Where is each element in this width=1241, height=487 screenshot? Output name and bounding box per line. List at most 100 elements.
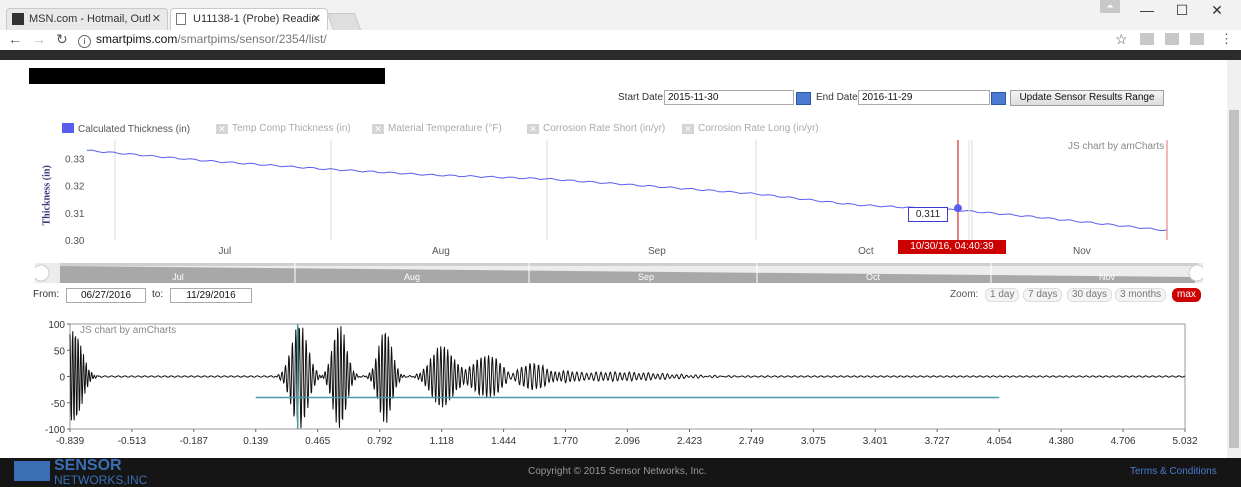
x-tick-label: 3.401	[863, 436, 888, 447]
x-tick-label: 0.465	[305, 436, 330, 447]
chart-scroller[interactable]: Jul Aug Sep Oct Nov	[35, 263, 1203, 283]
close-icon[interactable]: ✕	[312, 12, 321, 25]
footer: SENSOR NETWORKS,INC Copyright © 2015 Sen…	[0, 457, 1241, 487]
start-date-input[interactable]: 2015-11-30	[664, 90, 794, 105]
y-tick-label: 50	[54, 346, 66, 357]
x-tick-label: 1.770	[553, 436, 578, 447]
url-input[interactable]: i smartpims.com/smartpims/sensor/2354/lis…	[78, 31, 1138, 48]
scroller-label: Jul	[172, 272, 184, 282]
x-tick-label: 5.032	[1172, 436, 1197, 447]
zoom-7-days-button[interactable]: 7 days	[1023, 288, 1063, 302]
chart-credit: JS chart by amCharts	[1068, 141, 1165, 152]
info-icon[interactable]: i	[78, 35, 91, 48]
url-host: smartpims.com	[96, 32, 178, 46]
extension-icon[interactable]	[1140, 33, 1154, 45]
x-tick-label: 4.054	[987, 436, 1012, 447]
y-tick-label: 100	[48, 320, 65, 331]
x-tick-label: 0.792	[367, 436, 392, 447]
legend-material-temp[interactable]: ✕ Material Temperature (°F)	[372, 123, 502, 134]
sensor-networks-logo-icon	[14, 461, 50, 481]
cursor-time-label: 10/30/16, 04:40:39	[898, 240, 1006, 254]
legend-label: Corrosion Rate Short (in/yr)	[543, 123, 666, 134]
cursor-point	[953, 204, 962, 213]
x-tick-label: 1.118	[430, 436, 455, 447]
zoom-1-day-button[interactable]: 1 day	[985, 288, 1020, 302]
start-date-label: Start Date:	[618, 92, 666, 103]
close-icon[interactable]: ✕	[152, 12, 161, 25]
x-tick-label: Nov	[1073, 246, 1091, 257]
x-tick-label: -0.513	[118, 436, 147, 447]
new-tab-button[interactable]	[326, 13, 362, 30]
reload-icon[interactable]: ↻	[56, 31, 68, 48]
x-tick-label: 4.380	[1049, 436, 1074, 447]
scrollbar-thumb[interactable]	[1229, 110, 1239, 448]
waveform-chart[interactable]: 100 50 0 -50 -100-0.839 -0.513 -0.187 0.139 0.46…	[0, 315, 1225, 457]
x-tick-label: -0.187	[180, 436, 209, 447]
end-date-input[interactable]: 2016-11-29	[858, 90, 990, 105]
legend-disabled-x-icon: ✕	[682, 124, 694, 134]
x-tick-label: 3.075	[801, 436, 826, 447]
scroller-right-grip-icon	[1188, 264, 1203, 282]
tab-label: MSN.com - Hotmail, Outl	[29, 13, 151, 25]
x-tick-label: 4.706	[1111, 436, 1136, 447]
x-tick-label: 2.096	[615, 436, 640, 447]
x-tick-label: 2.423	[677, 436, 702, 447]
waveform-chart-credit: JS chart by amCharts	[80, 325, 177, 336]
legend-temp-comp[interactable]: ✕ Temp Comp Thickness (in)	[216, 123, 351, 134]
scroller-label: Aug	[404, 272, 420, 282]
y-axis-title: Thickness (in)	[40, 165, 54, 228]
x-tick-label: 3.727	[925, 436, 950, 447]
x-tick-label: 2.749	[739, 436, 764, 447]
end-date-label: End Date:	[816, 92, 861, 103]
zoom-label: Zoom:	[950, 289, 979, 300]
x-tick-label: 0.139	[243, 436, 268, 447]
x-tick-label: 1.444	[491, 436, 516, 447]
bookmark-star-icon[interactable]: ☆	[1115, 31, 1128, 48]
legend-disabled-x-icon: ✕	[372, 124, 384, 134]
msn-favicon-icon	[12, 13, 24, 25]
legend-corrosion-long[interactable]: ✕ Corrosion Rate Long (in/yr)	[682, 123, 819, 134]
back-icon[interactable]: ←	[8, 31, 22, 47]
x-tick-label: -0.839	[56, 436, 85, 447]
y-axis-title-text: Thickness (in)	[41, 165, 53, 226]
to-date-input[interactable]: 11/29/2016	[170, 288, 252, 303]
extension-icon[interactable]	[1165, 33, 1179, 45]
y-tick-label: -50	[51, 399, 66, 410]
maximize-icon[interactable]: ☐	[1165, 0, 1199, 22]
waveform-line	[69, 326, 1186, 429]
extension-icon[interactable]	[1190, 33, 1204, 45]
zoom-30-days-button[interactable]: 30 days	[1067, 288, 1113, 302]
profile-icon[interactable]: ⏶	[1100, 0, 1120, 13]
url-path: /smartpims/sensor/2354/list/	[177, 32, 327, 46]
page-favicon-icon	[176, 13, 186, 25]
close-window-icon[interactable]: ✕	[1200, 0, 1234, 22]
to-label: to:	[152, 289, 164, 300]
legend-calculated-thickness[interactable]: Calculated Thickness (in)	[62, 123, 190, 135]
browser-tab-probe[interactable]: U11138-1 (Probe) Readin ✕	[170, 8, 328, 30]
from-label: From:	[33, 289, 60, 300]
x-tick-label: Oct	[858, 246, 874, 257]
calendar-icon[interactable]	[796, 92, 811, 105]
zoom-3-months-button[interactable]: 3 months	[1115, 288, 1167, 302]
from-date-input[interactable]: 06/27/2016	[66, 288, 146, 303]
zoom-max-button[interactable]: max	[1172, 288, 1201, 302]
minimize-icon[interactable]: —	[1130, 0, 1164, 22]
calendar-icon[interactable]	[991, 92, 1006, 105]
x-tick-label: Sep	[648, 246, 666, 257]
y-tick-label: 0.31	[65, 209, 85, 220]
y-tick-label: 0.33	[65, 155, 85, 166]
scroller-label: Sep	[638, 272, 654, 282]
legend-swatch-icon	[62, 123, 74, 133]
browser-tab-msn[interactable]: MSN.com - Hotmail, Outl ✕	[6, 8, 168, 30]
update-range-button[interactable]: Update Sensor Results Range	[1010, 90, 1164, 106]
y-tick-label: 0	[59, 373, 65, 384]
forward-icon[interactable]: →	[32, 31, 46, 47]
page-scrollbar[interactable]	[1227, 60, 1241, 458]
legend-corrosion-short[interactable]: ✕ Corrosion Rate Short (in/yr)	[527, 123, 665, 134]
x-tick-label: Jul	[218, 246, 231, 257]
menu-kebab-icon[interactable]: ⋮	[1220, 31, 1233, 47]
legend-label: Corrosion Rate Long (in/yr)	[698, 123, 819, 134]
terms-link[interactable]: Terms & Conditions	[1130, 466, 1217, 477]
thickness-chart[interactable]: Jul Aug Sep Oct Nov 0.33 0.32 0.31 0.30	[0, 135, 1225, 260]
scroller-left-grip-icon	[35, 264, 50, 282]
